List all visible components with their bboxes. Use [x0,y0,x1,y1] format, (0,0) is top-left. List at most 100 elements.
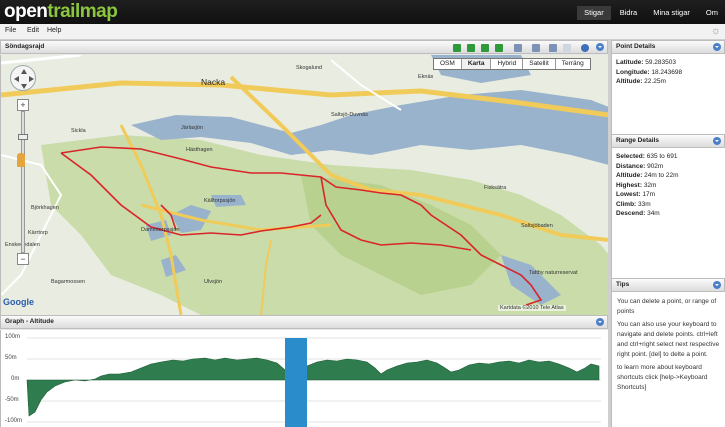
label-fisksatra: Fisksätra [484,185,507,191]
tips-header: Tips [611,278,725,292]
zoom-slider[interactable] [18,111,28,253]
selected-value: 635 to 691 [646,153,678,160]
latitude-value: 59.283503 [645,59,676,66]
prev-icon[interactable] [467,44,475,52]
collapse-tips-icon[interactable] [713,281,721,289]
collapse-map-icon[interactable] [596,43,604,51]
map-type-osm[interactable]: OSM [434,59,462,69]
map-copyright: Kartdata ©2010 Tele Atlas [498,305,566,311]
first-icon[interactable] [453,44,461,52]
label-nacka: Nacka [201,77,226,87]
label-eknas: Eknäs [418,74,434,80]
altitude-label: Altitude: [616,78,643,85]
collapse-point-icon[interactable] [713,43,721,51]
lowest-row: Lowest: 17m [616,190,721,200]
next-icon[interactable] [481,44,489,52]
climb-label: Climb: [616,200,637,208]
descend-value: 34m [647,210,660,217]
map-type-satellit[interactable]: Satellit [523,59,556,69]
tip-1: You can delete a point, or range of poin… [617,298,717,315]
lowest-label: Lowest: [616,191,641,198]
graph-panel-header: Graph - Altitude [0,315,608,329]
climb-value: 33m [638,200,651,208]
tip-3: to learn more about keyboard shortcuts c… [617,364,708,391]
gear-icon[interactable]: ☼ [711,25,721,38]
highest-label: Highest: [616,181,642,189]
zoom-out-button[interactable]: − [17,253,29,265]
top-nav: Stigar Bidra Mina stigar Om [575,6,725,22]
pegman-icon[interactable] [17,153,25,167]
selected-row: Selected: 635 to 691 [616,152,721,162]
selected-label: Selected: [616,153,645,160]
menu-file[interactable]: File [5,27,16,34]
label-karrtorp: Kärrtorp [28,230,48,236]
menu-bar: File Edit Help ☼ [0,24,725,40]
label-hasthagen: Hästhagen [186,147,213,153]
highest-value: 32m [643,181,657,189]
map-type-selector: OSM Karta Hybrid Satellit Terräng [433,58,591,70]
altitude-value: 22.25m [644,78,666,85]
menu-edit[interactable]: Edit [27,27,39,34]
label-bagarmossen: Bagarmossen [51,279,85,285]
distance-label: Distance: [616,162,646,170]
google-logo: Google [3,297,34,307]
map-panel-header: Söndagsrajd [0,40,608,54]
nav-stigar[interactable]: Stigar [577,6,611,20]
selected-range[interactable] [285,338,307,427]
map-type-terrang[interactable]: Terräng [555,59,590,69]
pan-arrows-icon [14,69,34,89]
range-details-body: Selected: 635 to 691 Distance: 902m Alti… [611,148,725,278]
nav-mina-stigar[interactable]: Mina stigar [646,6,697,20]
zoom-knob[interactable] [18,134,28,140]
zoom-in-button[interactable]: + [17,99,29,111]
longitude-value: 18.243698 [651,68,683,76]
map-type-hybrid[interactable]: Hybrid [491,59,524,69]
descend-label: Descend: [616,210,646,217]
edit-icon[interactable] [563,44,571,52]
label-bjorkhagen: Björkhagen [31,205,59,211]
tips-title: Tips [616,281,630,288]
point-details-header: Point Details [611,40,725,54]
route-title: Söndagsrajd [5,43,45,50]
map-canvas[interactable]: Nacka Skogalund Eknäs Saltsjö-Duvnäs Jär… [0,55,608,315]
graph-title: Graph - Altitude [5,318,54,325]
descend-row: Descend: 34m [616,209,721,219]
elevation-chart [26,337,601,427]
print-icon[interactable] [532,44,540,52]
satellite-icon[interactable] [549,44,557,52]
collapse-graph-icon[interactable] [596,318,604,326]
last-icon[interactable] [495,44,503,52]
longitude-row: Longitude: 18.243698 [616,68,721,78]
nav-om[interactable]: Om [699,6,725,20]
range-altitude-value: 24m to 22m [644,172,679,179]
label-skogalund: Skogalund [296,65,322,71]
pan-control[interactable] [10,65,36,91]
altitude-row: Altitude: 22.25m [616,77,721,87]
range-details-header: Range Details [611,134,725,148]
range-altitude-row: Altitude: 24m to 22m [616,171,721,181]
logo[interactable]: opentrailmap [4,1,118,23]
map-graphic [1,55,608,315]
label-sickla: Sickla [71,128,86,134]
climb-row: Climb: 33m [616,200,721,210]
zoom-control: + − [17,99,29,265]
distance-value: 902m [647,162,664,170]
altitude-graph[interactable]: 100m 50m 0m -50m -100m [0,330,608,427]
collapse-range-icon[interactable] [713,137,721,145]
top-bar: opentrailmap Stigar Bidra Mina stigar Om [0,0,725,24]
nav-bidra[interactable]: Bidra [613,6,645,20]
label-dammtorpssjon: Dammtorpssjön [141,227,180,233]
point-details-title: Point Details [616,43,656,50]
menu-help[interactable]: Help [47,27,61,34]
delete-icon[interactable] [514,44,522,52]
point-details-body: Latitude: 59.283503 Longitude: 18.243698… [611,54,725,134]
map-type-karta[interactable]: Karta [461,59,492,69]
tips-body: You can delete a point, or range of poin… [611,292,725,427]
label-kallvikssjon: Källtorpssjön [204,198,236,204]
label-jarlasjon: Järlasjön [181,125,204,131]
range-altitude-label: Altitude: [616,172,643,179]
logo-prefix: open [4,1,48,22]
longitude-label: Longitude: [616,68,650,76]
logo-suffix: trailmap [47,1,118,22]
help-icon[interactable] [581,44,589,52]
